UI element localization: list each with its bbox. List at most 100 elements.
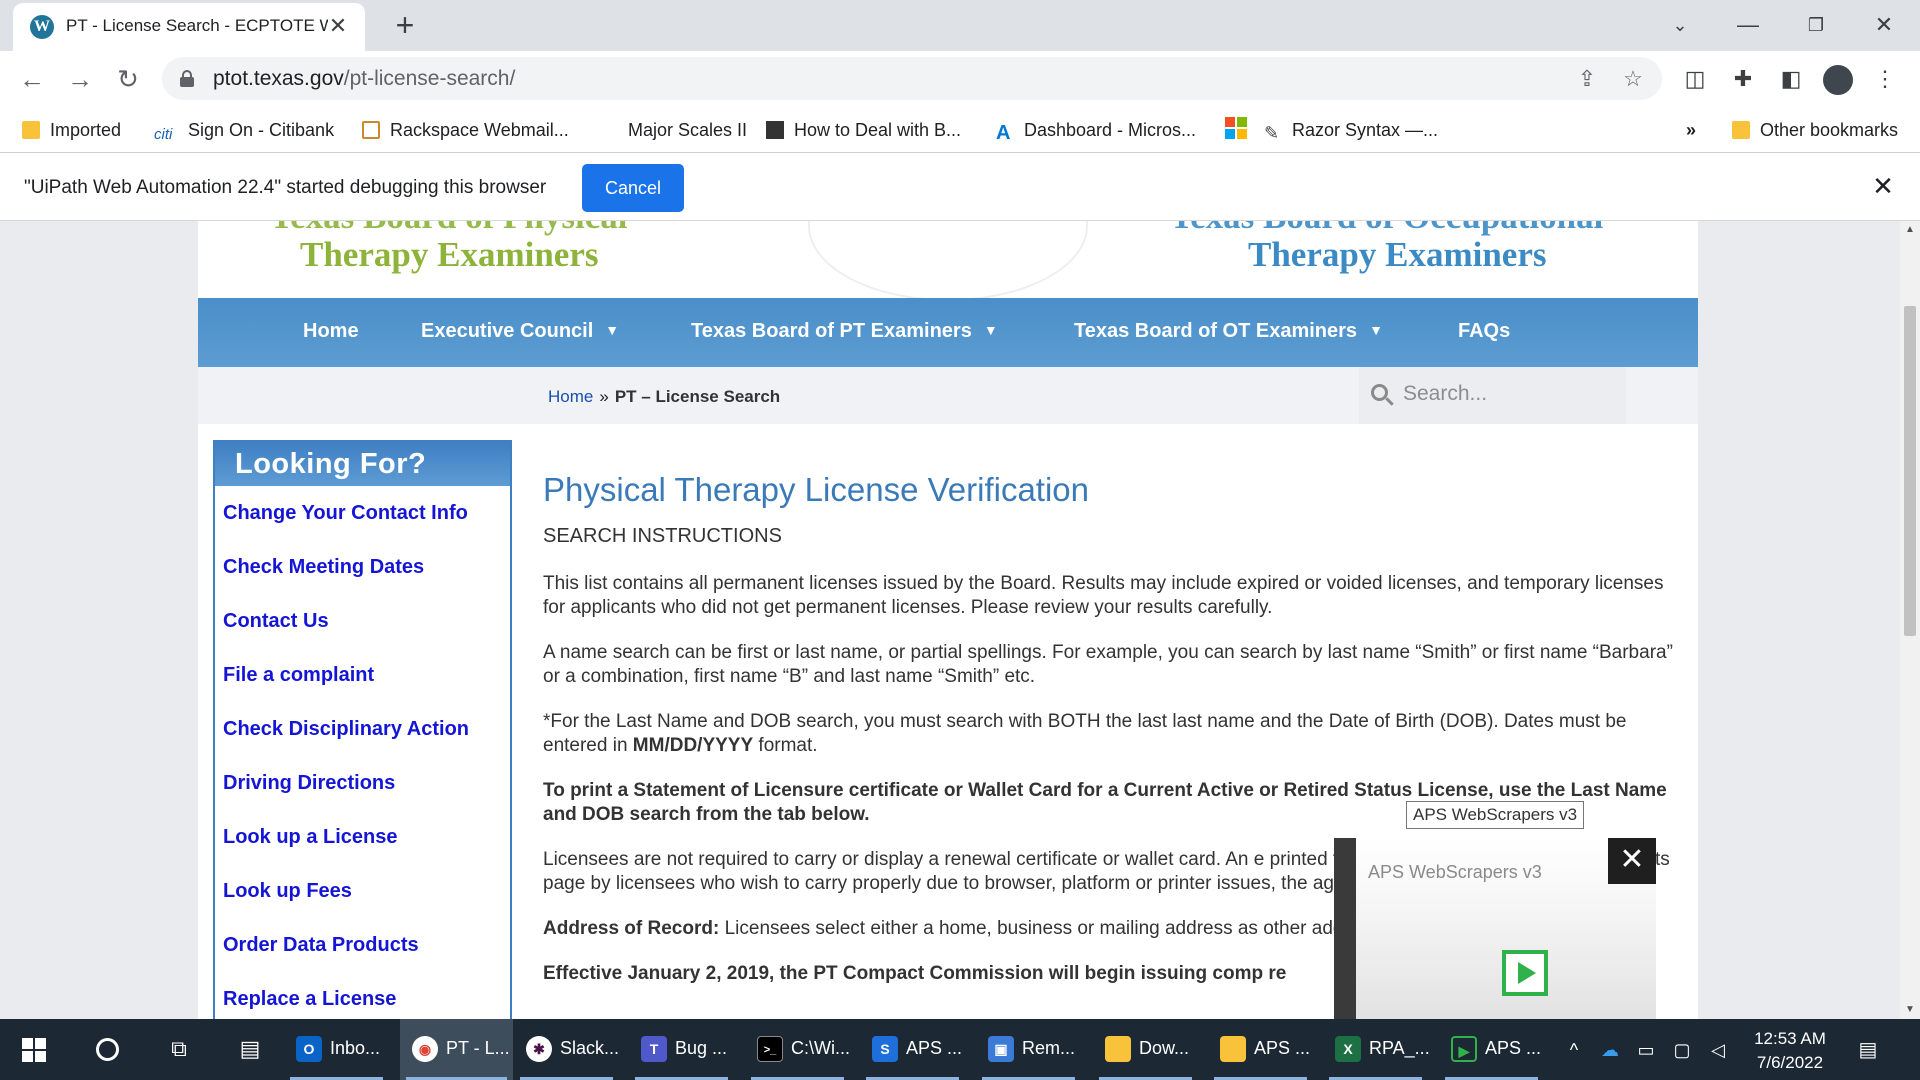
teams-icon: T: [641, 1036, 667, 1062]
sidebar-link-change-contact[interactable]: Change Your Contact Info: [215, 486, 510, 540]
nav-ot-examiners[interactable]: Texas Board of OT Examiners ▼: [1074, 320, 1383, 343]
taskbar-excel[interactable]: X RPA_...: [1323, 1019, 1430, 1080]
debug-infobar: "UiPath Web Automation 22.4" started deb…: [0, 153, 1920, 221]
url-text[interactable]: ptot.texas.gov/pt-license-search/: [213, 67, 515, 91]
chevron-down-icon: ▼: [1369, 322, 1383, 338]
cortana-icon[interactable]: [96, 1038, 119, 1061]
side-panel-icon[interactable]: ◧: [1776, 64, 1806, 94]
microsoft-icon: [1225, 117, 1247, 139]
profile-avatar[interactable]: [1823, 65, 1853, 95]
outlook-icon: O: [296, 1036, 322, 1062]
section-heading: SEARCH INSTRUCTIONS: [543, 525, 782, 547]
taskbar-remote-desktop[interactable]: ▣ Rem...: [976, 1019, 1081, 1080]
slack-icon: ✱: [526, 1036, 552, 1062]
share-icon[interactable]: ⇪: [1574, 66, 1600, 92]
bookmark-dashboard[interactable]: A Dashboard - Micros...: [996, 116, 1196, 144]
bookmark-citibank[interactable]: citi Sign On - Citibank: [154, 116, 334, 144]
aps-close-icon[interactable]: ✕: [1608, 838, 1656, 884]
chrome-icon: ◉: [412, 1036, 438, 1062]
minimize-button[interactable]: —: [1728, 8, 1768, 42]
aps-webscrapers-window[interactable]: APS WebScrapers v3 ✕: [1334, 838, 1656, 1019]
tab-active[interactable]: W PT - License Search - ECPTOTE W ✕: [13, 3, 365, 51]
sidebar-link-file-complaint[interactable]: File a complaint: [215, 648, 510, 702]
search-placeholder: Search...: [1403, 382, 1488, 405]
new-tab-button[interactable]: +: [388, 9, 422, 43]
scroll-down-arrow-icon[interactable]: ▼: [1900, 1001, 1920, 1019]
scroll-up-arrow-icon[interactable]: ▲: [1900, 221, 1920, 239]
reload-icon[interactable]: ↻: [110, 61, 146, 97]
tab-search-icon[interactable]: ⌄: [1660, 8, 1700, 42]
bookmark-star-icon[interactable]: ☆: [1620, 66, 1646, 92]
pen-icon: ✎: [1264, 123, 1280, 143]
taskbar-downloads[interactable]: Dow...: [1093, 1019, 1198, 1080]
cmd-icon: >_: [757, 1036, 783, 1062]
forward-icon[interactable]: →: [62, 61, 98, 97]
volume-icon[interactable]: ◁: [1706, 1038, 1730, 1062]
looking-for-sidebar: Looking For? Change Your Contact Info Ch…: [213, 440, 512, 1019]
infobar-close-icon[interactable]: ✕: [1868, 171, 1898, 201]
tray-chevron-up-icon[interactable]: ^: [1562, 1038, 1586, 1062]
taskbar-clock[interactable]: 12:53 AM 7/6/2022: [1750, 1027, 1830, 1075]
taskbar-uipath[interactable]: ▶ APS ...: [1439, 1019, 1544, 1080]
windows-start-icon[interactable]: [22, 1038, 47, 1063]
sidebar-link-contact-us[interactable]: Contact Us: [215, 594, 510, 648]
address-bar[interactable]: ptot.texas.gov/pt-license-search/ ⇪ ☆: [162, 57, 1662, 100]
task-view-icon[interactable]: ⧉: [165, 1035, 193, 1063]
bookmarks-overflow-button[interactable]: »: [1686, 116, 1696, 144]
sidebar-link-lookup-license[interactable]: Look up a License: [215, 810, 510, 864]
sidebar-link-replace-license[interactable]: Replace a License: [215, 972, 510, 1019]
breadcrumb-home[interactable]: Home: [548, 387, 593, 406]
taskbar-aps-1[interactable]: S APS ...: [860, 1019, 965, 1080]
taskbar-aps-folder[interactable]: APS ...: [1208, 1019, 1313, 1080]
folder-icon: [1105, 1036, 1131, 1062]
sidebar-link-data-products[interactable]: Order Data Products: [215, 918, 510, 972]
page-scrollbar[interactable]: ▲ ▼: [1900, 221, 1920, 1019]
bookmark-microsoft[interactable]: [1225, 116, 1257, 144]
bookmark-major-scales[interactable]: Major Scales II: [628, 116, 747, 144]
battery-icon[interactable]: ▭: [1634, 1038, 1658, 1062]
site-search-input[interactable]: Search...: [1359, 367, 1626, 424]
bookmark-rackspace[interactable]: Rackspace Webmail...: [362, 116, 569, 144]
breadcrumb: Home » PT – License Search Search...: [198, 367, 1698, 424]
close-window-button[interactable]: ✕: [1864, 8, 1904, 42]
lock-icon[interactable]: [180, 70, 194, 87]
nav-home[interactable]: Home: [303, 320, 359, 343]
scroll-thumb[interactable]: [1904, 306, 1916, 636]
bookmark-razor-syntax[interactable]: ✎ Razor Syntax —...: [1264, 116, 1438, 144]
notification-icon[interactable]: ▤: [1856, 1038, 1880, 1062]
bookmark-how-to-deal[interactable]: How to Deal with B...: [766, 116, 961, 144]
tab-title: PT - License Search - ECPTOTE W: [66, 16, 328, 35]
tab-close-icon[interactable]: ✕: [325, 13, 351, 39]
cancel-button[interactable]: Cancel: [582, 164, 684, 212]
taskbar-outlook[interactable]: O Inbo...: [284, 1019, 389, 1080]
back-icon[interactable]: ←: [14, 61, 50, 97]
taskbar-slack[interactable]: ✱ Slack...: [514, 1019, 619, 1080]
sidebar-link-meeting-dates[interactable]: Check Meeting Dates: [215, 540, 510, 594]
extension-uipath-icon[interactable]: ◫: [1680, 64, 1710, 94]
taskbar-chrome[interactable]: ◉ PT - L...: [400, 1019, 513, 1080]
paragraph-results: This list contains all permanent license…: [543, 573, 1664, 618]
menu-kebab-icon[interactable]: ⋮: [1870, 64, 1900, 94]
nav-faqs[interactable]: FAQs: [1458, 320, 1510, 343]
onedrive-icon[interactable]: ☁: [1598, 1038, 1622, 1062]
aps-window-title: APS WebScrapers v3: [1368, 862, 1542, 882]
sidebar-link-lookup-fees[interactable]: Look up Fees: [215, 864, 510, 918]
restore-button[interactable]: ❐: [1796, 8, 1836, 42]
play-icon[interactable]: [1502, 950, 1548, 996]
tab-strip: W PT - License Search - ECPTOTE W ✕ + ⌄ …: [0, 0, 1920, 51]
sidebar-link-disciplinary[interactable]: Check Disciplinary Action: [215, 702, 510, 756]
remote-desktop-icon: ▣: [988, 1036, 1014, 1062]
taskbar-cmd[interactable]: >_ C:\Wi...: [745, 1019, 850, 1080]
nav-executive-council[interactable]: Executive Council ▼: [421, 320, 619, 343]
network-icon[interactable]: ▢: [1670, 1038, 1694, 1062]
nav-pt-examiners[interactable]: Texas Board of PT Examiners ▼: [691, 320, 998, 343]
other-bookmarks[interactable]: Other bookmarks: [1732, 116, 1898, 144]
sidebar-link-directions[interactable]: Driving Directions: [215, 756, 510, 810]
desktop-app-icon[interactable]: ▤: [236, 1035, 264, 1063]
search-icon[interactable]: [1371, 384, 1395, 408]
extensions-puzzle-icon[interactable]: ✚: [1728, 64, 1758, 94]
taskbar-teams[interactable]: T Bug ...: [629, 1019, 734, 1080]
bookmark-imported[interactable]: Imported: [22, 116, 121, 144]
chevron-down-icon: ▼: [605, 322, 620, 338]
folder-icon: [1732, 121, 1750, 139]
